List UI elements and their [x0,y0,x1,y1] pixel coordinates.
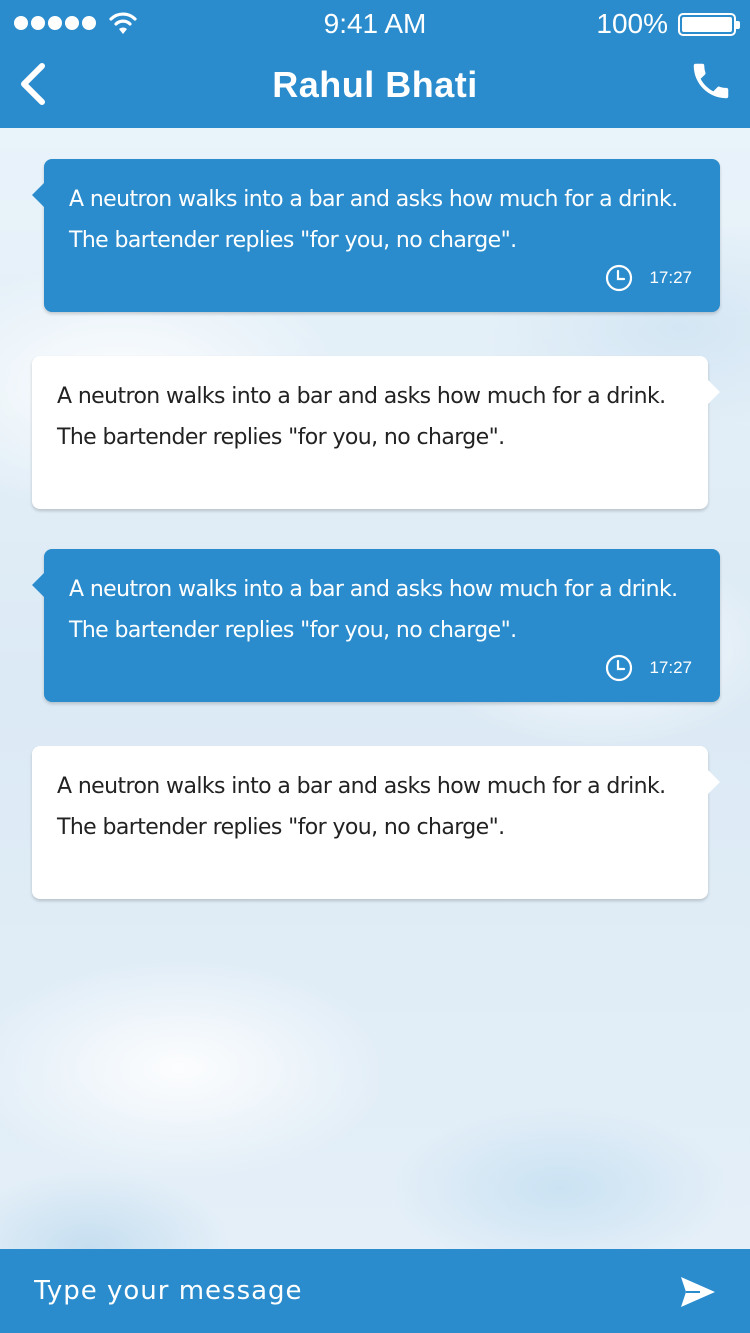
message-input[interactable] [0,1249,660,1333]
header: 9:41 AM 100% Rahul Bhati [0,0,750,128]
message-meta: 17:27 [605,257,692,298]
message-received: A neutron walks into a bar and asks how … [32,159,720,312]
send-icon[interactable] [680,1276,716,1308]
clock-icon [606,654,633,681]
message-meta: 17:27 [605,647,692,688]
phone-icon[interactable] [688,58,734,104]
battery-percent: 100% [596,8,668,39]
message-text: A neutron walks into a bar and asks how … [69,187,678,253]
message-text: A neutron walks into a bar and asks how … [69,577,678,643]
clock-icon [606,264,633,291]
status-bar: 9:41 AM 100% [0,0,750,48]
composer-bar [0,1249,750,1333]
message-sent: A neutron walks into a bar and asks how … [32,356,720,509]
message-time: 17:27 [649,268,692,287]
message-received: A neutron walks into a bar and asks how … [32,549,720,702]
contact-name: Rahul Bhati [272,64,478,105]
message-text: A neutron walks into a bar and asks how … [57,774,666,840]
message-sent: A neutron walks into a bar and asks how … [32,746,720,899]
message-time: 17:27 [649,658,692,677]
battery-icon [678,13,740,36]
message-text: A neutron walks into a bar and asks how … [57,384,666,450]
